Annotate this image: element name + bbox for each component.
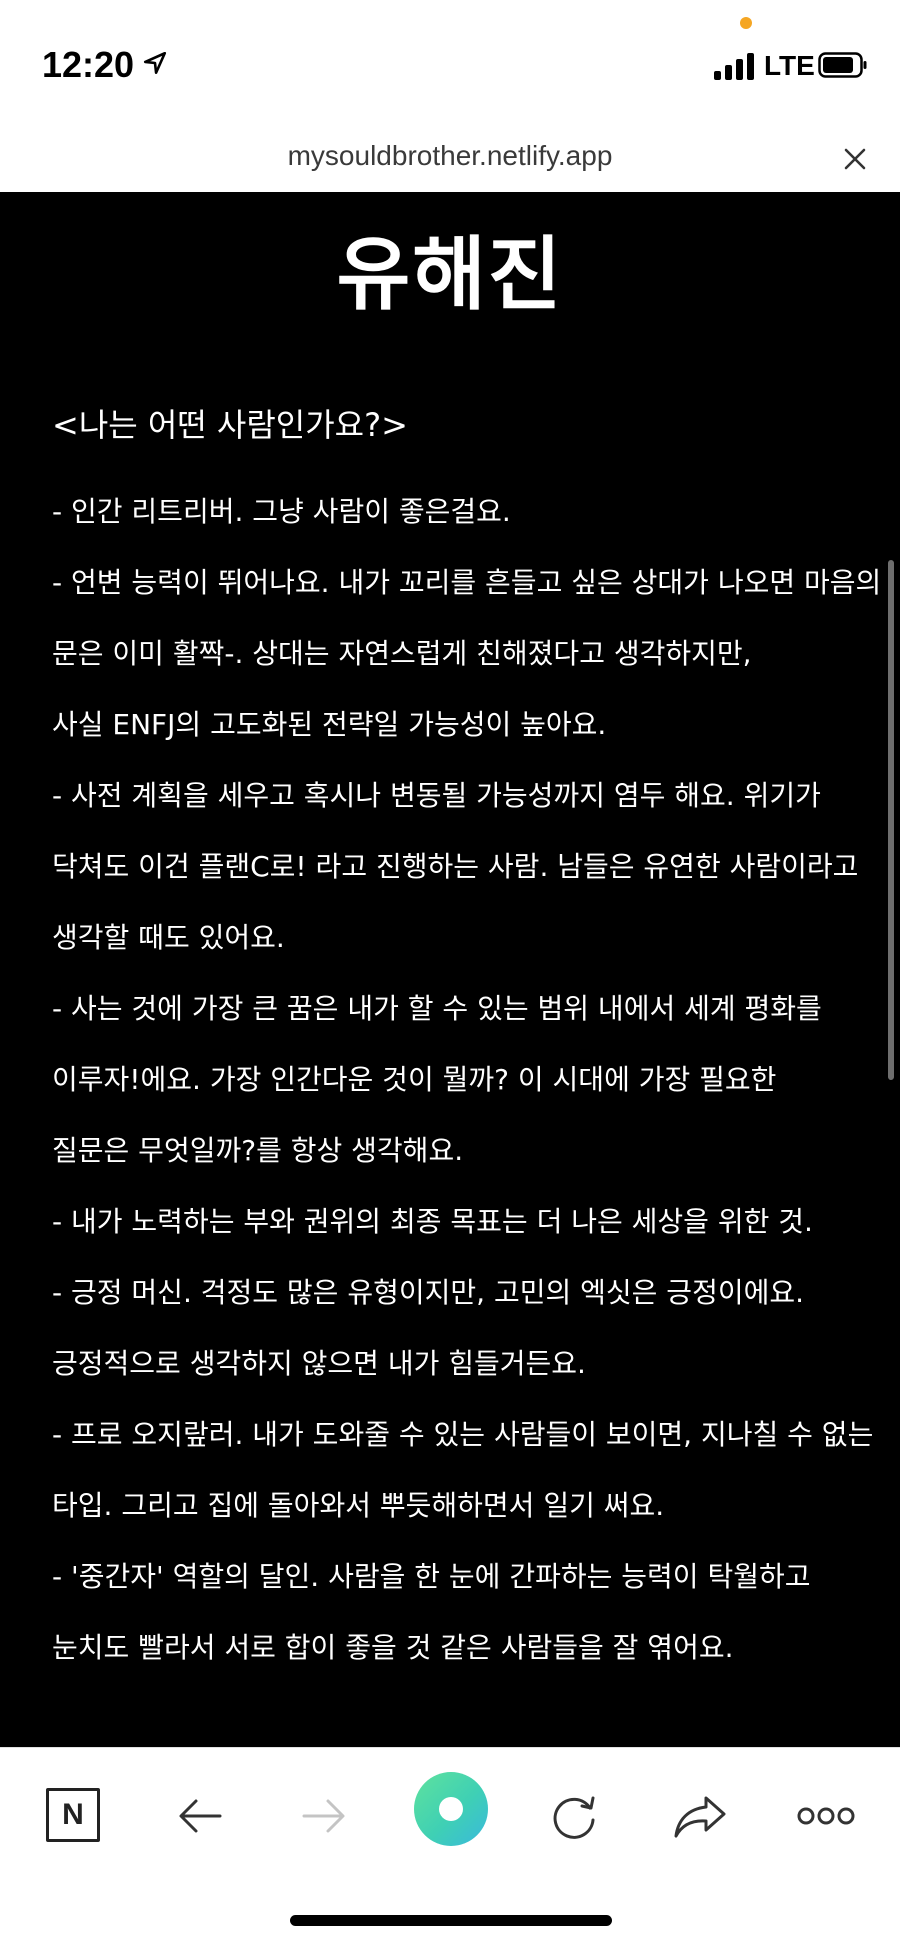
text-line: 이루자!에요. 가장 인간다운 것이 뭘까? 이 시대에 가장 필요한 <box>52 1063 777 1096</box>
text-line: 문은 이미 활짝-. 상대는 자연스럽게 친해졌다고 생각하지만, <box>52 637 752 670</box>
status-bar: 12:20 LTE <box>0 0 900 130</box>
cellular-signal-icon <box>714 52 756 80</box>
share-icon[interactable] <box>668 1784 732 1848</box>
text-line: 눈치도 빨라서 서로 합이 좋을 것 같은 사람들을 잘 엮어요. <box>52 1631 734 1664</box>
text-line: 타입. 그리고 집에 돌아와서 뿌듯해하면서 일기 써요. <box>52 1489 665 1522</box>
description-text: - 인간 리트리버. 그냥 사람이 좋은걸요. - 언변 능력이 뛰어나요. 내… <box>52 476 892 1683</box>
section-heading: <나는 어떤 사람인가요?> <box>52 406 408 444</box>
green-window-button[interactable] <box>414 1772 488 1846</box>
web-content[interactable]: 유해진 <나는 어떤 사람인가요?> - 인간 리트리버. 그냥 사람이 좋은걸… <box>0 192 900 1747</box>
text-line: 사실 ENFJ의 고도화된 전략일 가능성이 높아요. <box>52 708 607 741</box>
scrollbar[interactable] <box>888 560 894 1080</box>
network-type: LTE <box>764 50 815 81</box>
text-line: - '중간자' 역할의 달인. 사람을 한 눈에 간파하는 능력이 탁월하고 <box>52 1560 811 1593</box>
battery-icon <box>818 52 867 78</box>
refresh-icon[interactable] <box>542 1784 606 1848</box>
text-line: 생각할 때도 있어요. <box>52 921 285 954</box>
home-indicator[interactable] <box>290 1915 612 1926</box>
more-options-icon[interactable] <box>794 1784 858 1848</box>
text-line: - 언변 능력이 뛰어나요. 내가 꼬리를 흔들고 싶은 상대가 나오면 마음의 <box>52 566 882 599</box>
text-line: - 긍정 머신. 걱정도 많은 유형이지만, 고민의 엑싯은 긍정이에요. <box>52 1276 805 1309</box>
text-line: 질문은 무엇일까?를 항상 생각해요. <box>52 1134 464 1167</box>
location-arrow-icon <box>143 51 167 75</box>
back-arrow-icon[interactable] <box>168 1784 232 1848</box>
camera-indicator-dot <box>740 17 752 29</box>
status-time: 12:20 <box>42 44 135 85</box>
text-line: - 사전 계획을 세우고 혹시나 변동될 가능성까지 염두 해요. 위기가 <box>52 779 821 812</box>
close-icon[interactable] <box>838 142 872 176</box>
url-text[interactable]: mysouldbrother.netlify.app <box>0 140 900 172</box>
naver-home-button[interactable]: N <box>46 1788 100 1842</box>
forward-arrow-icon[interactable] <box>292 1784 356 1848</box>
text-line: - 사는 것에 가장 큰 꿈은 내가 할 수 있는 범위 내에서 세계 평화를 <box>52 992 822 1025</box>
url-bar[interactable]: mysouldbrother.netlify.app <box>0 130 900 193</box>
text-line: - 프로 오지랖러. 내가 도와줄 수 있는 사람들이 보이면, 지나칠 수 없… <box>52 1418 874 1451</box>
text-line: 닥쳐도 이건 플랜C로! 라고 진행하는 사람. 남들은 유연한 사람이라고 <box>52 850 859 883</box>
text-line: - 인간 리트리버. 그냥 사람이 좋은걸요. <box>52 495 511 528</box>
text-line: - 내가 노력하는 부와 권위의 최종 목표는 더 나은 세상을 위한 것. <box>52 1205 813 1238</box>
page-title: 유해진 <box>336 228 564 321</box>
text-line: 긍정적으로 생각하지 않으면 내가 힘들거든요. <box>52 1347 586 1380</box>
